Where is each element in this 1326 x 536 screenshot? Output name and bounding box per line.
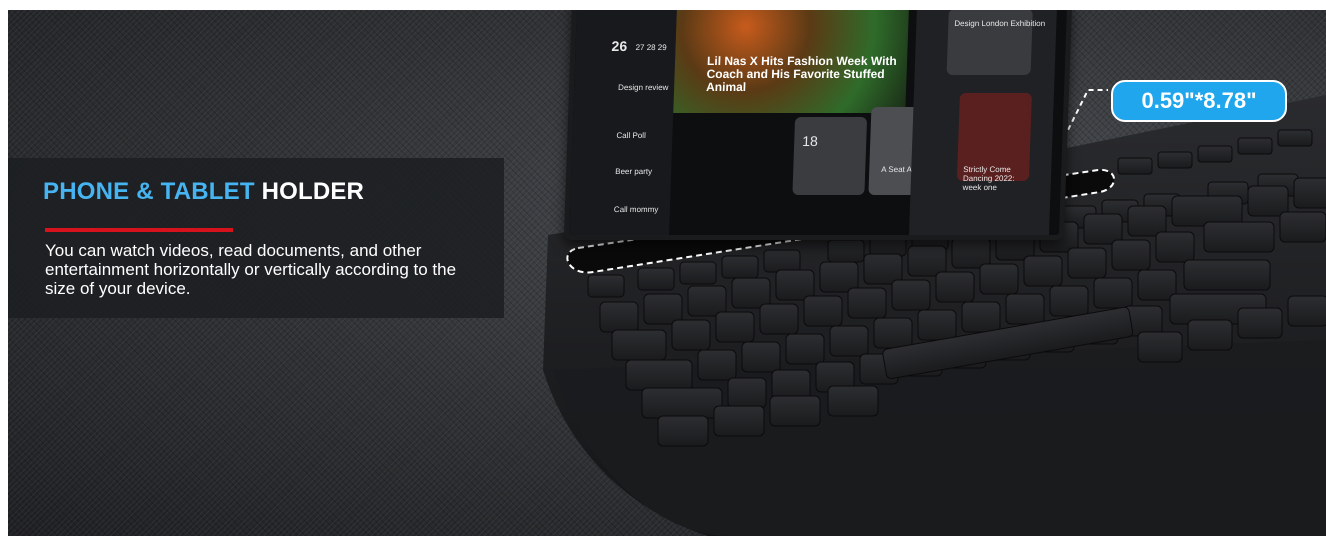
feature-headline: PHONE & TABLET HOLDER — [43, 178, 364, 206]
show-card-title: Strictly Come Dancing 2022: week one — [962, 165, 1015, 192]
product-banner: 26 27 28 29 Design review Call Poll Beer… — [8, 10, 1326, 536]
tablet-device: 26 27 28 29 Design review Call Poll Beer… — [563, 10, 1073, 240]
calendar-event-4: Call mommy — [613, 205, 659, 214]
feature-description: You can watch videos, read documents, an… — [45, 241, 457, 298]
calendar-event-1: Design review — [617, 83, 669, 92]
headline-main: HOLDER — [261, 178, 365, 205]
calendar-event-2: Call Poll — [616, 131, 646, 140]
tablet-stock-widget — [792, 117, 868, 195]
top-card-title: Design London Exhibition — [954, 19, 1046, 28]
calendar-day: 26 — [611, 38, 628, 54]
calendar-days: 27 28 29 — [635, 43, 667, 52]
headline-accent: PHONE & TABLET — [43, 178, 255, 205]
headline-underline — [45, 228, 233, 232]
dimension-callout: 0.59"*8.78" — [1111, 80, 1287, 122]
stock-value: 18 — [801, 133, 819, 149]
calendar-event-3: Beer party — [615, 167, 653, 176]
tablet-hero-headline: Lil Nas X Hits Fashion Week With Coach a… — [705, 54, 898, 94]
feature-text-panel: PHONE & TABLET HOLDER You can watch vide… — [8, 158, 504, 318]
